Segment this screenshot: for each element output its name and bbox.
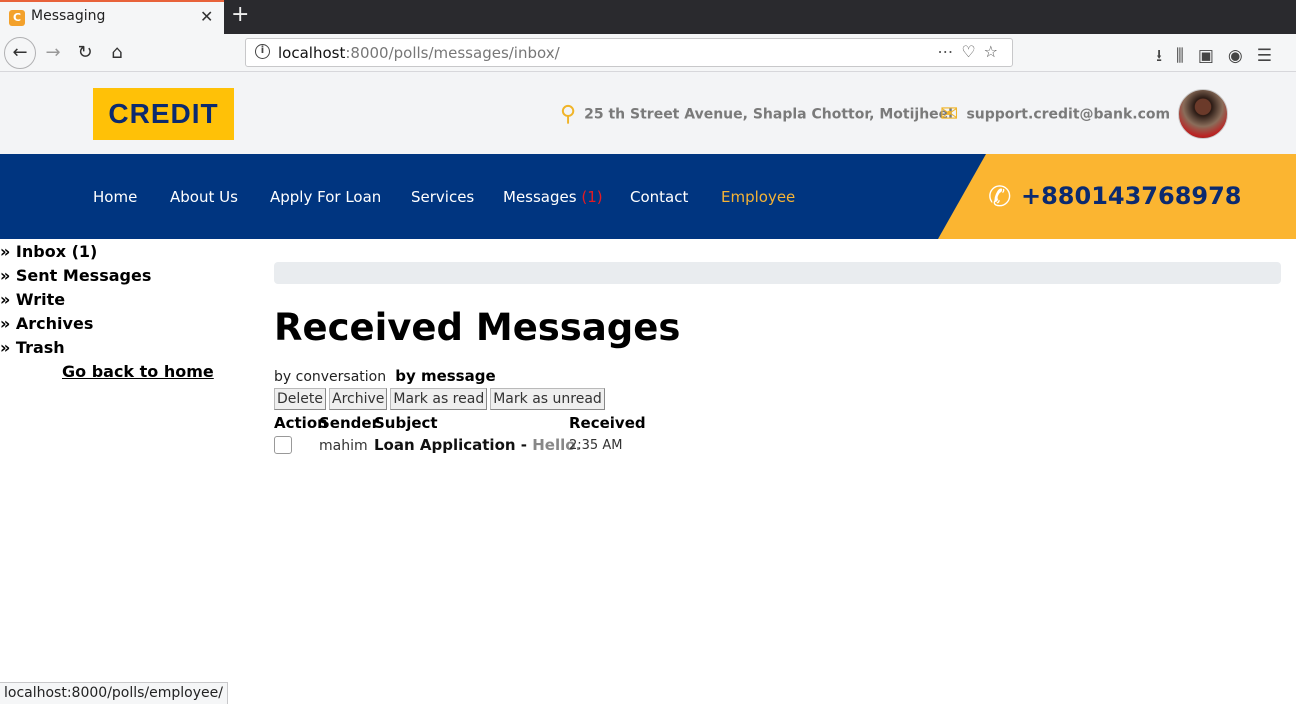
sidebar-item-trash[interactable]: » Trash [0, 338, 230, 362]
sidebar-item-archives[interactable]: » Archives [0, 314, 230, 338]
tab-title: Messaging [31, 8, 106, 24]
page-actions: ⋯♡☆ [937, 42, 1006, 61]
sidebar-item-inbox[interactable]: » Inbox (1) [0, 242, 230, 266]
nav-services[interactable]: Services [411, 188, 474, 206]
new-tab-icon[interactable]: + [231, 2, 249, 27]
column-header-received: Received [569, 414, 646, 432]
site-info-icon[interactable]: i [255, 44, 270, 59]
go-back-home-link[interactable]: Go back to home [62, 362, 214, 381]
view-mode-switch: by conversation by message [274, 366, 496, 385]
more-actions-icon[interactable]: ⋯ [937, 42, 961, 61]
phone-banner: ✆ +880143768978 [938, 154, 1296, 239]
reload-icon[interactable]: ↻ [70, 38, 100, 68]
envelope-icon: ✉ [940, 102, 959, 127]
message-subject-link[interactable]: Loan Application - Hello. [374, 436, 581, 454]
downloads-icon[interactable]: ⭳ [1156, 46, 1176, 66]
email-info: ✉ support.credit@bank.com [940, 102, 1170, 127]
mark-as-read-button[interactable]: Mark as read [390, 388, 488, 410]
menu-icon[interactable]: ☰ [1257, 46, 1286, 66]
browser-tab-bar: C Messaging ✕ + [0, 0, 1296, 34]
browser-tab[interactable]: C Messaging ✕ [0, 0, 224, 34]
toolbar-right-icons: ⭳⫼▣◉☰ [1156, 43, 1286, 72]
site-logo[interactable]: CREDIT [93, 88, 234, 140]
back-icon[interactable]: ← [4, 37, 36, 69]
column-header-sender: Sender [319, 414, 379, 432]
library-icon[interactable]: ⫼ [1176, 46, 1198, 66]
tab-close-icon[interactable]: ✕ [200, 7, 213, 26]
breadcrumb [274, 262, 1281, 284]
url-host: localhost [278, 44, 346, 62]
nav-home[interactable]: Home [93, 188, 137, 206]
nav-messages-label: Messages [503, 188, 577, 206]
view-by-message-label: by message [395, 367, 496, 385]
archive-button[interactable]: Archive [329, 388, 388, 410]
column-header-subject: Subject [374, 414, 438, 432]
nav-messages[interactable]: Messages (1) [503, 188, 603, 206]
sidebar-item-write[interactable]: » Write [0, 290, 230, 314]
location-pin-icon: ⚲ [560, 102, 577, 127]
forward-icon[interactable]: → [38, 38, 68, 68]
message-actions: Delete Archive Mark as read Mark as unread [274, 388, 608, 410]
address-bar[interactable]: i localhost:8000/polls/messages/inbox/ ⋯… [245, 38, 1013, 67]
pocket-icon[interactable]: ♡ [961, 42, 983, 61]
message-received-time: 2:35 AM [569, 438, 623, 453]
message-subject: Loan Application - [374, 436, 533, 454]
site-top-bar: CREDIT ⚲ 25 th Street Avenue, Shapla Chot… [0, 72, 1296, 154]
address-info: ⚲ 25 th Street Avenue, Shapla Chottor, Mo… [560, 102, 953, 127]
email-text: support.credit@bank.com [966, 106, 1171, 123]
address-text: 25 th Street Avenue, Shapla Chottor, Mot… [584, 106, 953, 123]
delete-button[interactable]: Delete [274, 388, 326, 410]
phone-icon: ✆ [988, 180, 1012, 213]
user-avatar[interactable] [1178, 89, 1228, 139]
mark-as-unread-button[interactable]: Mark as unread [490, 388, 605, 410]
nav-apply-for-loan[interactable]: Apply For Loan [270, 188, 381, 206]
phone-number[interactable]: +880143768978 [1021, 182, 1242, 210]
sidebar-item-sent-messages[interactable]: » Sent Messages [0, 266, 230, 290]
site-favicon-icon: C [9, 10, 25, 26]
unread-count-badge: (1) [581, 188, 603, 206]
nav-about-us[interactable]: About Us [170, 188, 238, 206]
message-select-checkbox[interactable] [274, 436, 292, 454]
browser-toolbar: ← → ↻ ⌂ i localhost:8000/polls/messages/… [0, 34, 1296, 72]
home-icon[interactable]: ⌂ [102, 38, 132, 68]
url-path: :8000/polls/messages/inbox/ [345, 44, 560, 62]
messages-sidebar: » Inbox (1) » Sent Messages » Write » Ar… [0, 242, 230, 381]
view-by-conversation-link[interactable]: by conversation [274, 369, 386, 385]
nav-contact[interactable]: Contact [630, 188, 688, 206]
sidebar-toggle-icon[interactable]: ▣ [1198, 46, 1228, 66]
nav-employee[interactable]: Employee [721, 188, 795, 206]
main-navigation: Home About Us Apply For Loan Services Me… [0, 154, 1296, 239]
url-text[interactable]: localhost:8000/polls/messages/inbox/ [278, 44, 560, 62]
browser-status-bar: localhost:8000/polls/employee/ [0, 682, 228, 704]
account-icon[interactable]: ◉ [1228, 46, 1257, 66]
bookmark-star-icon[interactable]: ☆ [984, 42, 1006, 61]
message-sender: mahim [319, 438, 368, 454]
page-title: Received Messages [274, 306, 681, 349]
